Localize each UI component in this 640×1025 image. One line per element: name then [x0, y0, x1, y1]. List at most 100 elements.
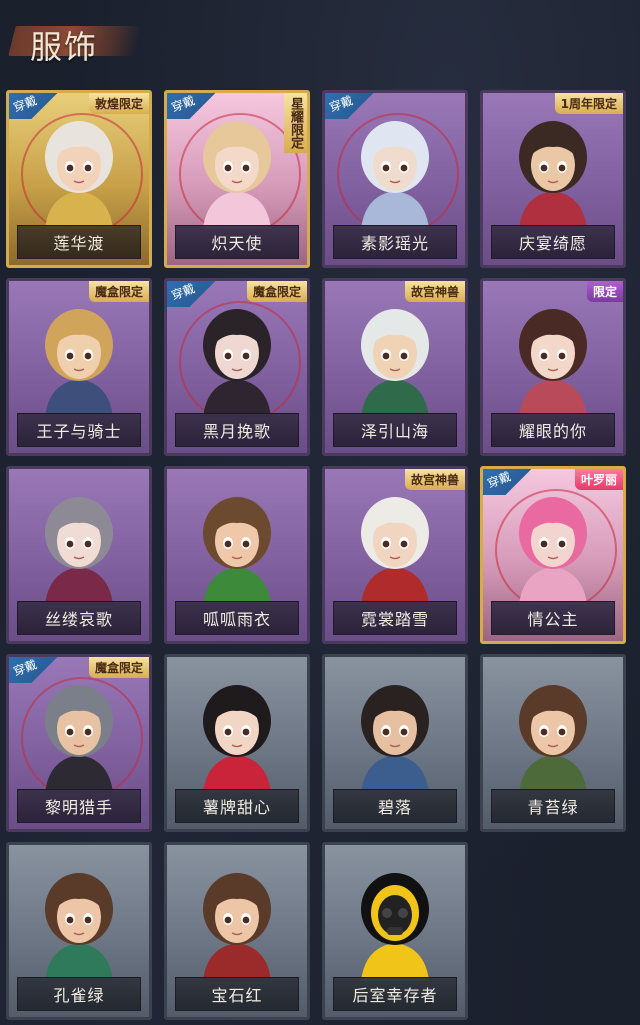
costume-card[interactable]: 穿戴 魔盒限定黑月挽歌: [164, 278, 310, 456]
character-portrait: [45, 873, 113, 981]
costume-name: 黑月挽歌: [202, 422, 271, 441]
costume-card[interactable]: 丝缕哀歌: [6, 466, 152, 644]
costume-name: 黎明猎手: [44, 798, 113, 817]
costume-name-bar: 后室幸存者: [333, 977, 457, 1011]
wearing-tag: 穿戴: [167, 281, 221, 307]
costume-name-bar: 庆宴绮愿: [491, 225, 615, 259]
costume-name-bar: 耀眼的你: [491, 413, 615, 447]
costume-name: 后室幸存者: [352, 986, 438, 1005]
wearing-tag: 穿戴: [9, 93, 63, 119]
wearing-tag-label: 穿戴: [327, 93, 355, 115]
character-portrait: [203, 685, 271, 793]
costume-name-bar: 炽天使: [175, 225, 299, 259]
costume-name: 炽天使: [211, 234, 263, 253]
character-portrait: [361, 121, 429, 229]
costume-name-bar: 情公主: [491, 601, 615, 635]
limited-edition-badge: 1周年限定: [554, 93, 623, 114]
costume-name: 薯牌甜心: [202, 798, 271, 817]
limited-edition-badge: 魔盒限定: [88, 657, 149, 678]
wearing-tag: 穿戴: [483, 469, 537, 495]
costume-card[interactable]: 薯牌甜心: [164, 654, 310, 832]
costume-name: 丝缕哀歌: [44, 610, 113, 629]
character-portrait: [519, 685, 587, 793]
character-portrait: [361, 873, 429, 981]
costume-name: 莲华渡: [53, 234, 105, 253]
character-portrait: [519, 121, 587, 229]
section-title: 服饰: [30, 28, 99, 66]
costume-name-bar: 素影瑶光: [333, 225, 457, 259]
costume-card[interactable]: 穿戴 敦煌限定莲华渡: [6, 90, 152, 268]
wearing-tag-label: 穿戴: [11, 93, 39, 115]
costume-name: 王子与骑士: [36, 422, 122, 441]
limited-edition-badge: 星耀限定: [284, 93, 307, 153]
costume-card[interactable]: 宝石红: [164, 842, 310, 1020]
costume-name-bar: 丝缕哀歌: [17, 601, 141, 635]
costume-name-bar: 薯牌甜心: [175, 789, 299, 823]
costume-card[interactable]: 限定耀眼的你: [480, 278, 626, 456]
character-portrait: [361, 685, 429, 793]
costume-name-bar: 王子与骑士: [17, 413, 141, 447]
character-portrait: [361, 309, 429, 417]
costume-name-bar: 霓裳踏雪: [333, 601, 457, 635]
costume-name: 孔雀绿: [53, 986, 105, 1005]
limited-edition-badge: 魔盒限定: [88, 281, 149, 302]
wearing-tag: 穿戴: [9, 657, 63, 683]
character-portrait: [519, 309, 587, 417]
costume-name: 碧落: [377, 798, 412, 817]
costume-name: 呱呱雨衣: [202, 610, 271, 629]
costume-name-bar: 莲华渡: [17, 225, 141, 259]
costume-name: 宝石红: [211, 986, 263, 1005]
costume-card[interactable]: 孔雀绿: [6, 842, 152, 1020]
costume-card[interactable]: 穿戴 叶罗丽情公主: [480, 466, 626, 644]
wearing-tag: 穿戴: [167, 93, 221, 119]
costume-name: 情公主: [527, 610, 579, 629]
character-portrait: [203, 309, 271, 417]
character-portrait: [45, 497, 113, 605]
costume-name-bar: 泽引山海: [333, 413, 457, 447]
costume-name-bar: 碧落: [333, 789, 457, 823]
costume-card[interactable]: 故宫神兽霓裳踏雪: [322, 466, 468, 644]
costume-name-bar: 宝石红: [175, 977, 299, 1011]
costume-name: 青苔绿: [527, 798, 579, 817]
costume-card[interactable]: 魔盒限定王子与骑士: [6, 278, 152, 456]
costume-card[interactable]: 故宫神兽泽引山海: [322, 278, 468, 456]
limited-edition-badge: 故宫神兽: [404, 281, 465, 302]
costume-card[interactable]: 穿戴 魔盒限定黎明猎手: [6, 654, 152, 832]
costume-name-bar: 黑月挽歌: [175, 413, 299, 447]
limited-edition-badge: 限定: [586, 281, 623, 302]
limited-edition-badge: 魔盒限定: [246, 281, 307, 302]
section-header: 服饰: [8, 14, 142, 66]
costume-name: 霓裳踏雪: [360, 610, 429, 629]
wearing-tag: 穿戴: [325, 93, 379, 119]
character-portrait: [203, 873, 271, 981]
character-portrait: [203, 121, 271, 229]
costume-card[interactable]: 碧落: [322, 654, 468, 832]
limited-edition-badge: 故宫神兽: [404, 469, 465, 490]
wearing-tag-label: 穿戴: [169, 93, 197, 115]
character-portrait: [45, 685, 113, 793]
costume-name-bar: 呱呱雨衣: [175, 601, 299, 635]
limited-edition-badge: 敦煌限定: [88, 93, 149, 114]
wearing-tag-label: 穿戴: [11, 657, 39, 679]
costume-name: 耀眼的你: [518, 422, 587, 441]
wearing-tag-label: 穿戴: [485, 469, 513, 491]
character-portrait: [361, 497, 429, 605]
costume-name-bar: 孔雀绿: [17, 977, 141, 1011]
costume-name: 泽引山海: [360, 422, 429, 441]
costume-card[interactable]: 穿戴素影瑶光: [322, 90, 468, 268]
costume-card[interactable]: 穿戴 星耀限定炽天使: [164, 90, 310, 268]
character-portrait: [45, 309, 113, 417]
limited-edition-badge: 叶罗丽: [574, 469, 623, 490]
costume-name-bar: 青苔绿: [491, 789, 615, 823]
costume-card[interactable]: 呱呱雨衣: [164, 466, 310, 644]
character-portrait: [203, 497, 271, 605]
costume-name: 庆宴绮愿: [518, 234, 587, 253]
costume-card[interactable]: 1周年限定庆宴绮愿: [480, 90, 626, 268]
character-portrait: [45, 121, 113, 229]
costume-card[interactable]: 后室幸存者: [322, 842, 468, 1020]
character-portrait: [519, 497, 587, 605]
wearing-tag-label: 穿戴: [169, 281, 197, 303]
costume-name-bar: 黎明猎手: [17, 789, 141, 823]
costume-card[interactable]: 青苔绿: [480, 654, 626, 832]
costume-name: 素影瑶光: [360, 234, 429, 253]
